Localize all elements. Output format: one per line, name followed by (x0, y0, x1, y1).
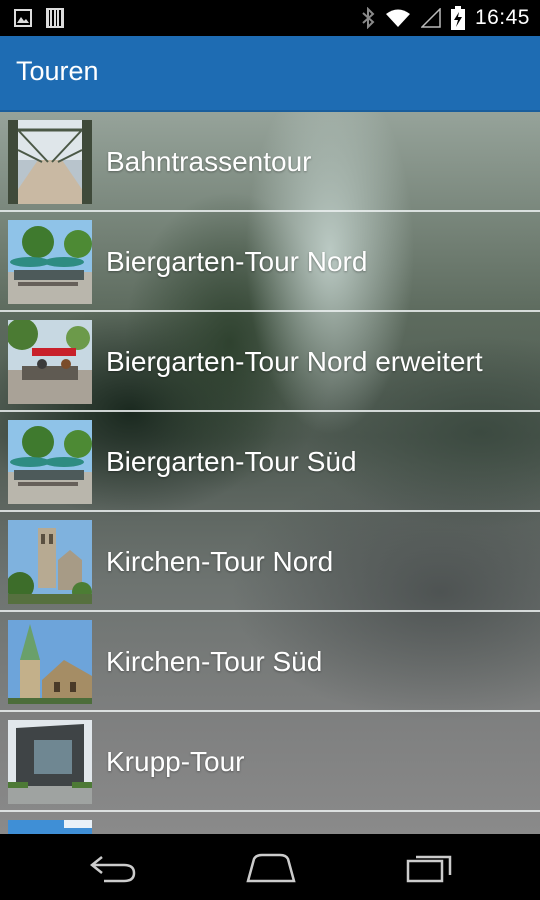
app-bar: Touren (0, 36, 540, 112)
tour-item-label: Biergarten-Tour Süd (106, 446, 357, 477)
image-notification-icon (14, 9, 32, 27)
beer-garden-terrace-photo (8, 320, 92, 404)
tour-item-krupp[interactable]: Krupp-Tour (0, 712, 540, 812)
tour-item-bahntrassentour[interactable]: Bahntrassentour (0, 112, 540, 212)
krupp-building-photo (8, 720, 92, 804)
notification-icons (14, 8, 64, 28)
tour-item-label: Kirchen-Tour Süd (106, 646, 323, 677)
tour-list-container: Bahntrassentour Biergarten-Tour Nord Bie… (0, 112, 540, 834)
tour-item-label: Biergarten-Tour Nord (106, 246, 368, 277)
bluetooth-icon (362, 7, 375, 29)
tour-item-partial[interactable] (0, 812, 540, 834)
page-title: Touren (16, 56, 99, 86)
tour-item-biergarten-nord-erweitert[interactable]: Biergarten-Tour Nord erweitert (0, 312, 540, 412)
tour-list: Bahntrassentour Biergarten-Tour Nord Bie… (0, 112, 540, 834)
back-icon[interactable] (88, 851, 138, 885)
status-time: 16:45 (474, 6, 530, 29)
barcode-notification-icon (46, 8, 64, 28)
recents-icon[interactable] (404, 851, 454, 885)
system-icons: 16:45 (361, 0, 530, 36)
wifi-icon (385, 9, 410, 27)
tour-item-biergarten-nord[interactable]: Biergarten-Tour Nord (0, 212, 540, 312)
beer-garden-photo (8, 420, 92, 504)
tour-item-kirchen-sued[interactable]: Kirchen-Tour Süd (0, 612, 540, 712)
sky-photo (8, 820, 92, 834)
tour-item-kirchen-nord[interactable]: Kirchen-Tour Nord (0, 512, 540, 612)
navigation-bar (0, 834, 540, 900)
tour-item-label: Bahntrassentour (106, 146, 312, 177)
tour-item-label: Krupp-Tour (106, 746, 245, 777)
status-bar: 16:45 (0, 0, 540, 36)
tour-item-biergarten-sued[interactable]: Biergarten-Tour Süd (0, 412, 540, 512)
tour-item-label: Kirchen-Tour Nord (106, 546, 334, 577)
railway-bridge-photo (8, 120, 92, 204)
church-tower-photo (8, 520, 92, 604)
church-spire-photo (8, 620, 92, 704)
beer-garden-photo (8, 220, 92, 304)
signal-icon (420, 8, 441, 28)
battery-charging-icon (450, 6, 465, 30)
tour-item-label: Biergarten-Tour Nord erweitert (106, 346, 483, 377)
home-icon[interactable] (244, 851, 298, 885)
